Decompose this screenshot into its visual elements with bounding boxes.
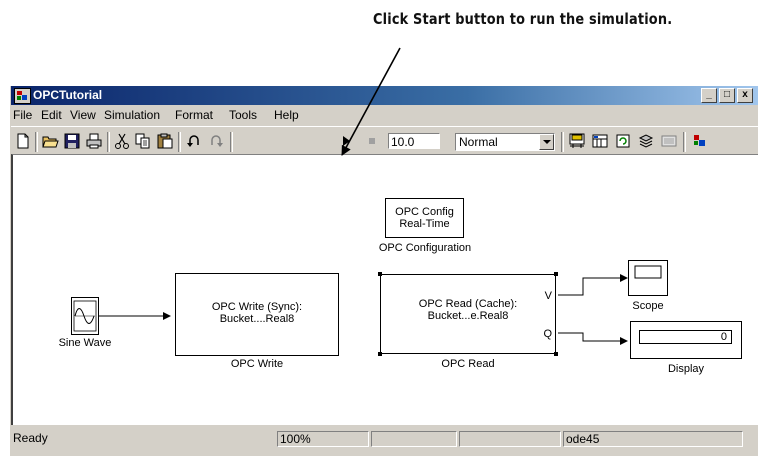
instruction-callout: Click Start button to run the simulation… <box>373 10 673 28</box>
copy-icon[interactable] <box>134 132 152 150</box>
opc-config-block[interactable]: OPC Config Real-Time <box>385 198 464 238</box>
opc-write-name: OPC Write <box>230 358 284 370</box>
opc-write-line1: OPC Write (Sync): <box>211 301 303 313</box>
opc-read-block[interactable]: OPC Read (Cache): Bucket...e.Real8 V Q <box>380 274 556 354</box>
scope-icon <box>634 265 662 279</box>
update-diagram-icon[interactable] <box>614 132 632 150</box>
opc-read-line1: OPC Read (Cache): <box>418 298 518 310</box>
menu-format[interactable]: Format <box>175 108 213 122</box>
toggle-icon[interactable] <box>691 132 709 150</box>
opc-read-name: OPC Read <box>441 358 495 370</box>
status-cell-3 <box>371 431 457 447</box>
simulink-window: OPCTutorial _ □ x File Edit View Simulatio… <box>10 86 758 456</box>
display-value: 0 <box>720 331 727 343</box>
maximize-button[interactable]: □ <box>719 88 735 103</box>
paste-icon[interactable] <box>156 132 174 150</box>
menu-help[interactable]: Help <box>274 108 299 122</box>
menu-view[interactable]: View <box>70 108 96 122</box>
sine-wave-name: Sine Wave <box>58 337 112 349</box>
display-readout: 0 <box>639 330 732 344</box>
status-message: Ready <box>13 431 48 445</box>
stop-time-input[interactable]: 10.0 <box>388 133 440 149</box>
model-explorer-icon[interactable] <box>591 132 609 150</box>
build-icon[interactable] <box>637 132 655 150</box>
redo-icon[interactable] <box>207 132 225 150</box>
simulink-app-icon <box>14 88 31 104</box>
selection-handle[interactable] <box>554 272 558 276</box>
zoom-level: 100% <box>277 431 369 447</box>
chevron-down-icon[interactable] <box>539 134 554 150</box>
menu-edit[interactable]: Edit <box>41 108 62 122</box>
new-icon[interactable] <box>14 132 32 150</box>
stop-icon[interactable] <box>363 132 381 150</box>
opc-config-name: OPC Configuration <box>378 242 472 254</box>
undo-icon[interactable] <box>185 132 203 150</box>
close-button[interactable]: x <box>737 88 753 103</box>
selection-handle[interactable] <box>378 272 382 276</box>
status-bar: Ready 100% ode45 <box>11 429 758 449</box>
save-icon[interactable] <box>63 132 81 150</box>
solver-name: ode45 <box>563 431 743 447</box>
sine-wave-icon <box>73 300 97 332</box>
model-canvas[interactable]: OPC Config Real-Time OPC Configuration S… <box>11 154 758 425</box>
menu-file[interactable]: File <box>13 108 32 122</box>
scope-name: Scope <box>632 300 664 312</box>
title-bar[interactable]: OPCTutorial _ □ x <box>11 86 758 105</box>
port-v-label: V <box>544 290 552 302</box>
menu-bar: File Edit View Simulation Format Tools H… <box>11 106 758 124</box>
toolbar: 10.0 Normal <box>11 126 758 155</box>
selection-handle[interactable] <box>378 352 382 356</box>
menu-simulation[interactable]: Simulation <box>104 108 160 122</box>
library-browser-icon[interactable] <box>568 132 586 150</box>
display-block[interactable]: 0 <box>630 321 742 359</box>
cut-icon[interactable] <box>113 132 131 150</box>
simulation-mode-select[interactable]: Normal <box>455 133 555 151</box>
scope-block[interactable] <box>628 260 668 296</box>
opc-config-line1: OPC Config <box>395 206 454 218</box>
open-icon[interactable] <box>41 132 59 150</box>
minimize-button[interactable]: _ <box>701 88 717 103</box>
opc-write-block[interactable]: OPC Write (Sync): Bucket....Real8 <box>175 273 339 356</box>
sine-wave-block[interactable] <box>71 297 99 335</box>
port-q-label: Q <box>543 328 552 340</box>
opc-config-line2: Real-Time <box>399 218 450 230</box>
print-icon[interactable] <box>85 132 103 150</box>
display-name: Display <box>667 363 705 375</box>
window-title: OPCTutorial <box>33 88 103 102</box>
opc-read-line2: Bucket...e.Real8 <box>427 310 509 322</box>
start-icon[interactable] <box>337 132 355 150</box>
menu-tools[interactable]: Tools <box>229 108 257 122</box>
status-cell-4 <box>459 431 561 447</box>
opc-write-line2: Bucket....Real8 <box>219 313 295 325</box>
simulation-mode-value: Normal <box>459 135 498 149</box>
debug-icon[interactable] <box>660 132 678 150</box>
selection-handle[interactable] <box>554 352 558 356</box>
